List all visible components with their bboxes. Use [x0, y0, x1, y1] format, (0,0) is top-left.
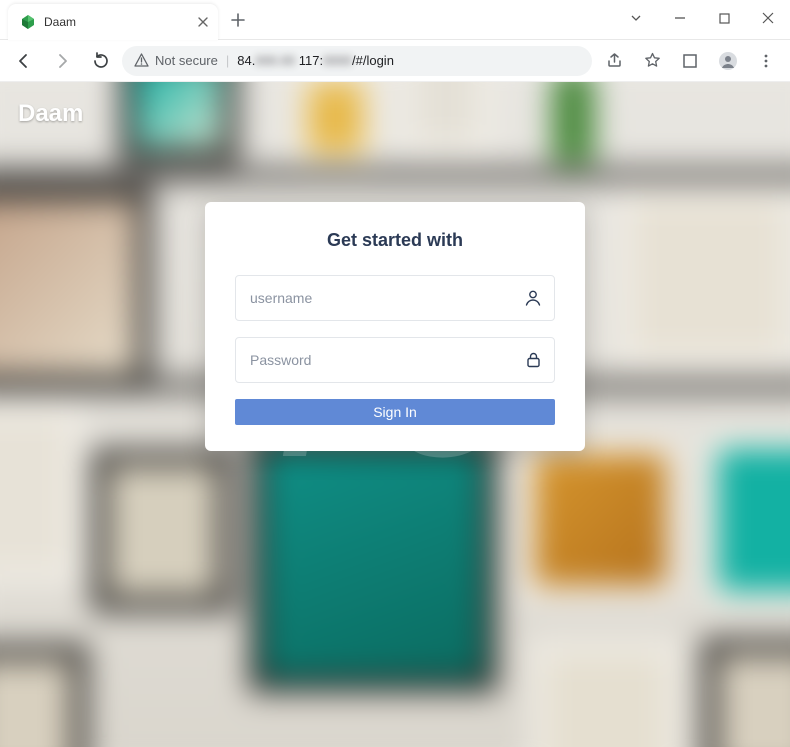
signin-button[interactable]: Sign In — [235, 399, 555, 425]
bookmark-icon[interactable] — [636, 45, 668, 77]
new-tab-button[interactable] — [224, 6, 252, 34]
url-text: 84.000.00 117:0000/#/login — [237, 53, 394, 68]
browser-titlebar: Daam — [0, 0, 790, 40]
close-window-icon[interactable] — [746, 0, 790, 36]
page-brand: Daam — [18, 100, 83, 128]
window-dropdown-icon[interactable] — [614, 0, 658, 36]
tab-title: Daam — [44, 15, 190, 29]
forward-button[interactable] — [46, 45, 78, 77]
password-input[interactable] — [235, 337, 555, 383]
back-button[interactable] — [8, 45, 40, 77]
card-title: Get started with — [235, 230, 555, 251]
menu-icon[interactable] — [750, 45, 782, 77]
user-icon — [523, 288, 543, 308]
password-field-wrap — [235, 337, 555, 383]
tab-close-icon[interactable] — [198, 17, 208, 27]
extensions-icon[interactable] — [674, 45, 706, 77]
browser-tab[interactable]: Daam — [8, 4, 218, 40]
security-label: Not secure — [155, 53, 218, 68]
warning-icon — [134, 53, 149, 68]
username-field-wrap — [235, 275, 555, 321]
username-input[interactable] — [235, 275, 555, 321]
lock-icon — [524, 351, 543, 370]
page-viewport: PC Daam Get started with Sign In — [0, 82, 790, 747]
profile-icon[interactable] — [712, 45, 744, 77]
security-indicator[interactable]: Not secure — [134, 53, 218, 68]
address-bar[interactable]: Not secure | 84.000.00 117:0000/#/login — [122, 46, 592, 76]
window-controls — [614, 0, 790, 36]
login-card: Get started with Sign In — [205, 202, 585, 451]
share-icon[interactable] — [598, 45, 630, 77]
minimize-icon[interactable] — [658, 0, 702, 36]
browser-toolbar: Not secure | 84.000.00 117:0000/#/login — [0, 40, 790, 82]
reload-button[interactable] — [84, 45, 116, 77]
tab-favicon — [20, 14, 36, 30]
maximize-icon[interactable] — [702, 0, 746, 36]
